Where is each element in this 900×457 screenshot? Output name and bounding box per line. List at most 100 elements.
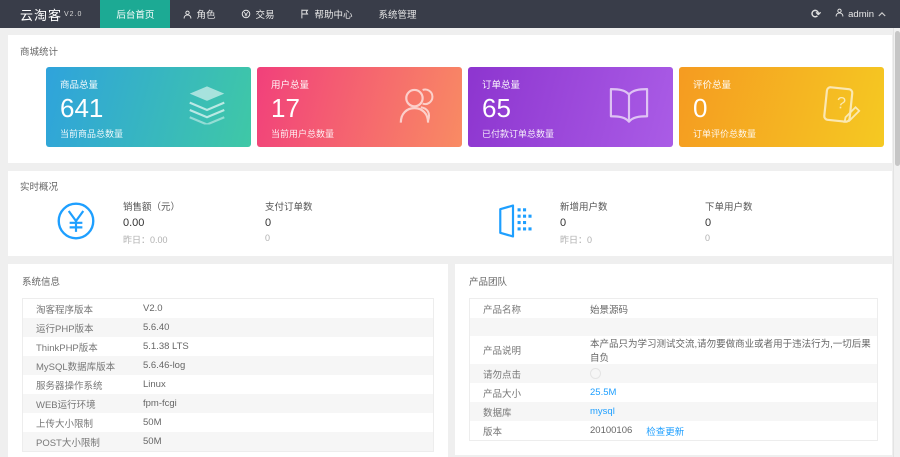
row-value: 5.1.38 LTS <box>143 341 189 352</box>
yen-circle-icon <box>56 201 96 246</box>
chevron-up-icon <box>878 9 886 20</box>
row-label: 产品名称 <box>470 302 590 316</box>
nav-item-roles-label: 角色 <box>196 7 215 21</box>
row-value <box>590 368 601 379</box>
navbar-right: ⟳ admin <box>811 0 900 28</box>
table-row: 产品说明 本产品只为学习测试交流,请勿要做商业或者用于违法行为,一切后果自负 <box>470 336 877 364</box>
book-icon <box>607 86 651 129</box>
metric-value: 0 <box>705 217 753 229</box>
stats-section: 商城统计 商品总量 641 当前商品总数量 用户总量 17 当前用户总数量 订单… <box>8 35 892 163</box>
table-row: 服务器操作系统 Linux <box>23 375 433 394</box>
do-not-click-icon[interactable] <box>590 368 601 379</box>
app-version: V2.0 <box>64 11 82 18</box>
stats-section-title: 商城统计 <box>20 44 888 58</box>
table-row: 请勿点击 <box>470 364 877 383</box>
product-size-link[interactable]: 25.5M <box>590 387 616 398</box>
product-team-panel: 产品团队 产品名称 始景源码 产品说明 本产品只为学习测试交流,请勿要做商业或者… <box>455 264 892 455</box>
nav-item-help[interactable]: 帮助中心 <box>287 0 365 28</box>
row-label: ThinkPHP版本 <box>23 340 143 354</box>
nav-item-roles[interactable]: 角色 <box>170 0 228 28</box>
row-label: 版本 <box>470 424 590 438</box>
row-label: 服务器操作系统 <box>23 378 143 392</box>
table-row: ThinkPHP版本 5.1.38 LTS <box>23 337 433 356</box>
nav-item-help-label: 帮助中心 <box>314 7 352 21</box>
metric-label: 新增用户数 <box>560 199 697 213</box>
stat-cards-row: 商品总量 641 当前商品总数量 用户总量 17 当前用户总数量 订单总量 65… <box>46 67 884 147</box>
stat-card-reviews: 评价总量 0 订单评价总数量 ? <box>679 67 884 147</box>
flag-icon <box>300 9 310 19</box>
table-row: WEB运行环境 fpm-fcgi <box>23 394 433 413</box>
row-label: 淘客程序版本 <box>23 302 143 316</box>
table-row: 版本 20100106 检查更新 <box>470 421 877 440</box>
metric-sub: 昨日：0.00 <box>123 233 260 246</box>
metric-label: 下单用户数 <box>705 199 753 213</box>
table-row: 数据库 mysql <box>470 402 877 421</box>
metric-paid-orders: 支付订单数 0 0 <box>265 199 395 243</box>
table-row-empty <box>470 318 877 336</box>
database-link[interactable]: mysql <box>590 406 615 417</box>
metric-sub: 昨日：0 <box>560 233 697 246</box>
metric-label: 销售额（元） <box>123 199 260 213</box>
system-info-table: 淘客程序版本 V2.0 运行PHP版本 5.6.40 ThinkPHP版本 5.… <box>22 298 434 452</box>
row-value: 50M <box>143 417 161 428</box>
row-label: MySQL数据库版本 <box>23 359 143 373</box>
table-row: MySQL数据库版本 5.6.46-log <box>23 356 433 375</box>
nav-item-home[interactable]: 后台首页 <box>100 0 170 28</box>
metric-value: 0 <box>560 217 697 229</box>
version-number: 20100106 <box>590 425 632 436</box>
metric-sales: 销售额（元） 0.00 昨日：0.00 <box>123 199 260 246</box>
scrollbar-thumb[interactable] <box>895 31 900 166</box>
bottom-panels: 系统信息 淘客程序版本 V2.0 运行PHP版本 5.6.40 ThinkPHP… <box>8 264 892 457</box>
nav-item-trade-label: 交易 <box>255 7 274 21</box>
main-nav: 后台首页 角色 交易 帮助中心 系统管理 <box>100 0 429 28</box>
refresh-icon[interactable]: ⟳ <box>811 8 821 20</box>
metric-value: 0 <box>265 217 395 229</box>
realtime-section-title: 实时概况 <box>20 179 880 193</box>
product-team-title: 产品团队 <box>469 274 878 288</box>
table-row: 产品大小 25.5M <box>470 383 877 402</box>
row-value: 50M <box>143 436 161 447</box>
user-name: admin <box>848 9 874 20</box>
system-info-panel: 系统信息 淘客程序版本 V2.0 运行PHP版本 5.6.40 ThinkPHP… <box>8 264 448 457</box>
row-label: WEB运行环境 <box>23 397 143 411</box>
row-value: Linux <box>143 379 166 390</box>
page-scrollbar <box>893 28 900 457</box>
product-team-table: 产品名称 始景源码 产品说明 本产品只为学习测试交流,请勿要做商业或者用于违法行… <box>469 298 878 441</box>
layers-icon <box>185 85 229 130</box>
stat-card-users: 用户总量 17 当前用户总数量 <box>257 67 462 147</box>
check-update-link[interactable]: 检查更新 <box>646 424 684 438</box>
row-label: POST大小限制 <box>23 435 143 449</box>
row-label: 数据库 <box>470 405 590 419</box>
row-value: 5.6.46-log <box>143 360 185 371</box>
table-row: 产品名称 始景源码 <box>470 299 877 318</box>
metric-new-users: 新增用户数 0 昨日：0 <box>560 199 697 246</box>
dashboard-page: 云淘客V2.0 后台首页 角色 交易 帮助中 <box>0 0 900 457</box>
coin-icon <box>241 9 251 19</box>
nav-item-trade[interactable]: 交易 <box>228 0 287 28</box>
row-value: 25.5M <box>590 387 616 398</box>
row-label: 上传大小限制 <box>23 416 143 430</box>
user-menu[interactable]: admin <box>835 8 886 20</box>
nav-item-system-label: 系统管理 <box>378 7 416 21</box>
person-icon <box>183 10 192 19</box>
stat-card-products: 商品总量 641 当前商品总数量 <box>46 67 251 147</box>
row-value: fpm-fcgi <box>143 398 177 409</box>
row-label: 运行PHP版本 <box>23 321 143 335</box>
row-label: 产品说明 <box>470 343 590 357</box>
metric-label: 支付订单数 <box>265 199 395 213</box>
system-info-title: 系统信息 <box>22 274 434 288</box>
user-icon <box>835 8 844 20</box>
table-row: 运行PHP版本 5.6.40 <box>23 318 433 337</box>
nav-item-system[interactable]: 系统管理 <box>365 0 429 28</box>
row-label: 产品大小 <box>470 386 590 400</box>
row-value: 始景源码 <box>590 302 628 316</box>
app-logo: 云淘客V2.0 <box>0 0 100 28</box>
table-row: 上传大小限制 50M <box>23 413 433 432</box>
svg-text:?: ? <box>836 94 847 113</box>
row-value: 20100106 检查更新 <box>590 424 684 438</box>
nav-item-home-label: 后台首页 <box>116 7 154 21</box>
row-value: V2.0 <box>143 303 163 314</box>
building-door-icon <box>493 201 533 246</box>
users-icon <box>398 85 440 130</box>
row-value: mysql <box>590 406 615 417</box>
